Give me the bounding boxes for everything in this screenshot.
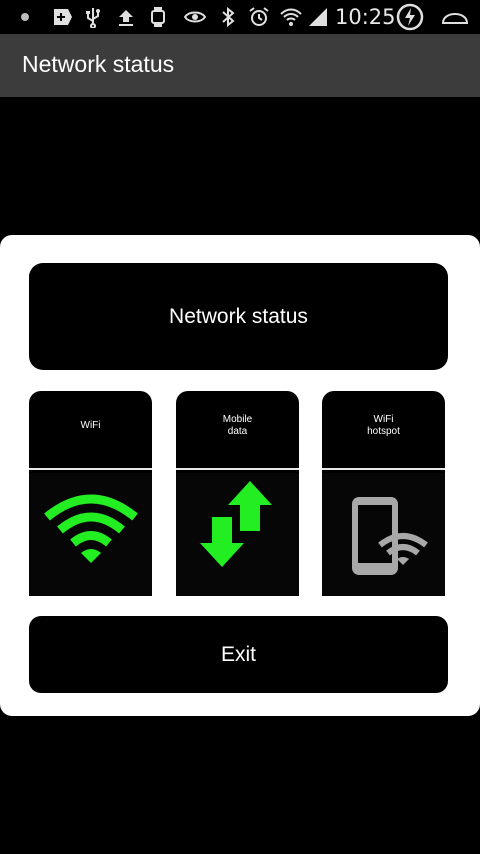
cell-signal-icon <box>309 8 327 26</box>
network-status-header-button[interactable]: Network status <box>29 263 448 370</box>
home-arc-icon[interactable] <box>440 6 470 28</box>
mobile-data-tile[interactable]: Mobile data <box>176 391 299 596</box>
upload-icon <box>119 10 133 26</box>
mobile-data-arrows-icon <box>200 481 272 567</box>
wifi-hotspot-tile[interactable]: WiFi hotspot <box>322 391 445 596</box>
mobile-data-tile-label: Mobile data <box>222 414 253 437</box>
charging-icon <box>396 3 424 31</box>
mobile-data-tile-icon-area <box>176 473 299 596</box>
alarm-icon <box>249 7 269 26</box>
wifi-icon <box>44 494 138 563</box>
wifi-tile-icon-area <box>29 473 152 596</box>
bluetooth-icon <box>222 6 235 28</box>
usb-icon <box>86 8 100 28</box>
tile-divider <box>176 468 299 470</box>
wifi-signal-icon <box>280 8 302 26</box>
action-bar: Network status <box>0 34 480 97</box>
tile-divider <box>29 468 152 470</box>
wifi-tile-label: WiFi <box>80 420 101 431</box>
tile-divider <box>322 468 445 470</box>
app-title: Network status <box>22 51 175 77</box>
notification-dot-icon <box>21 13 29 21</box>
wifi-tile[interactable]: WiFi <box>29 391 152 596</box>
clock: 10:25 <box>335 5 396 29</box>
eye-icon <box>183 11 207 23</box>
network-status-dialog: Network status WiFi Mobile data WiFi hot… <box>0 235 480 716</box>
status-bar: 10:25 <box>0 0 480 34</box>
battery-saver-plus-icon <box>54 9 72 25</box>
wifi-hotspot-tile-label: WiFi hotspot <box>367 414 400 437</box>
smartwatch-icon <box>151 7 165 27</box>
wifi-hotspot-tile-icon-area <box>322 473 445 596</box>
wifi-hotspot-phone-icon <box>352 497 428 575</box>
exit-button[interactable]: Exit <box>29 616 448 693</box>
